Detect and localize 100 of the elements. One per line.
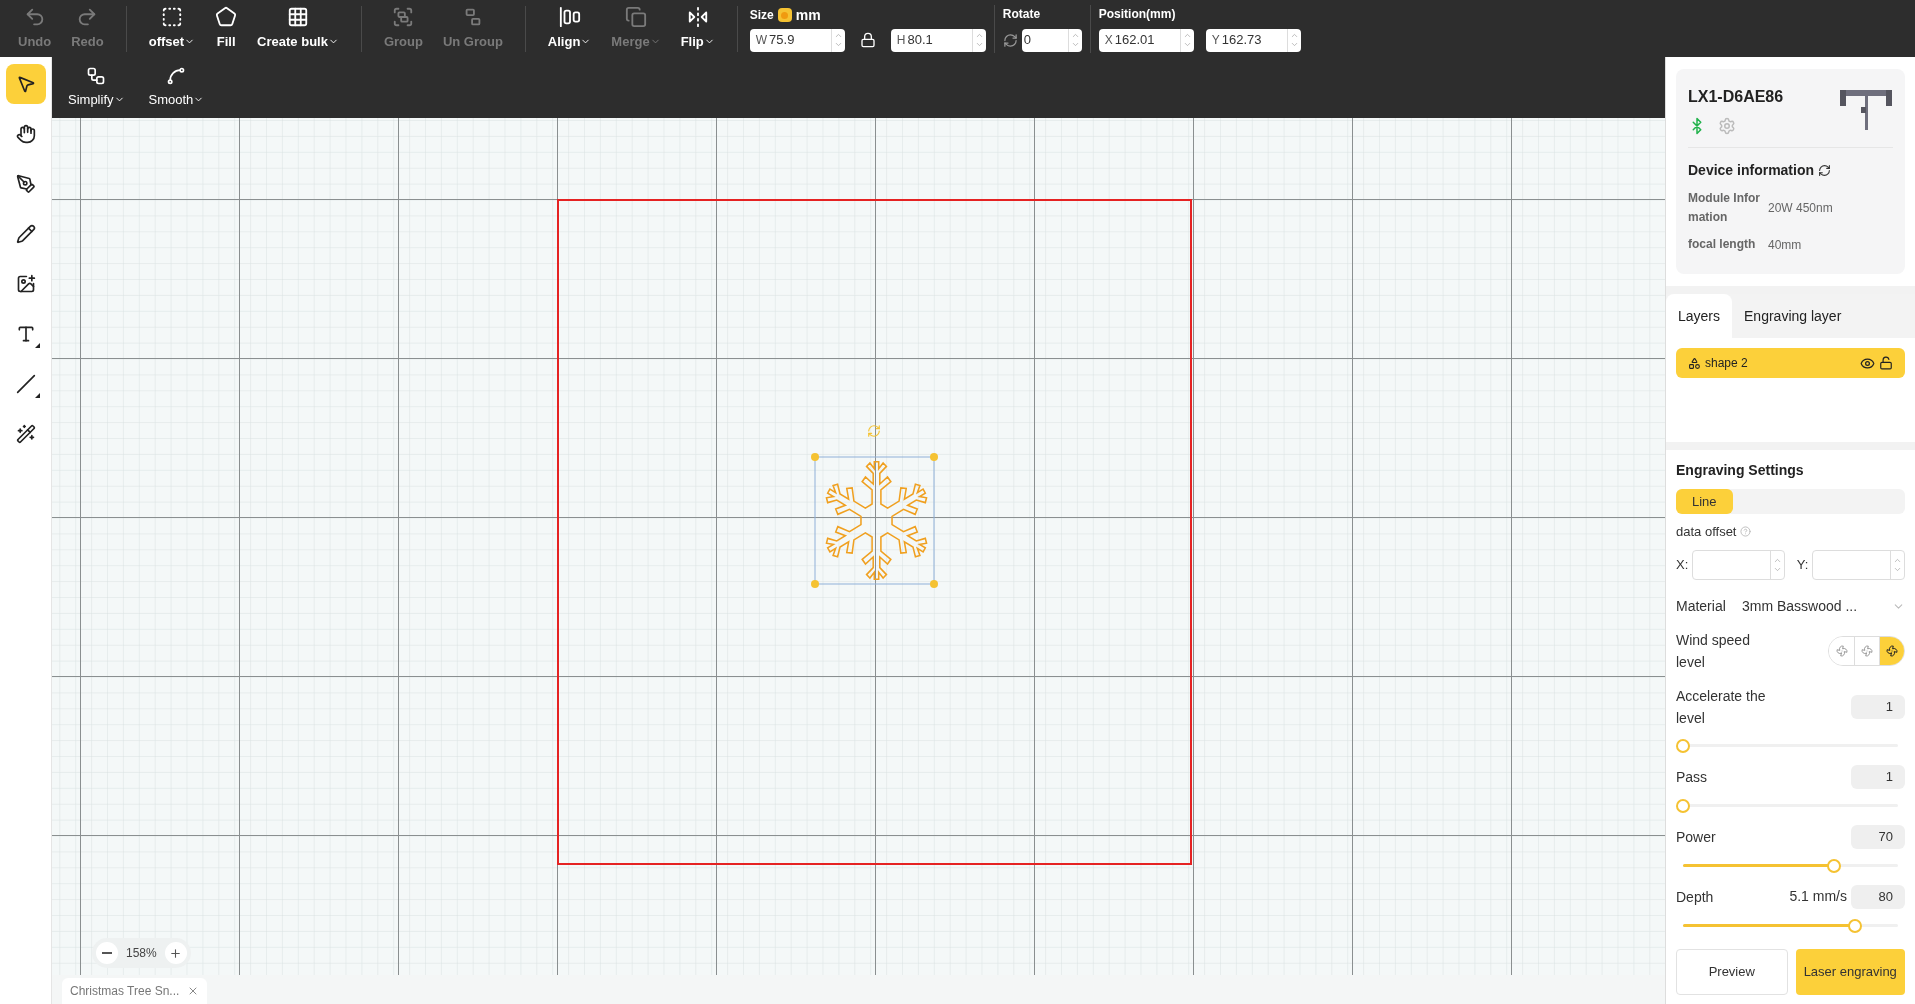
unit-toggle[interactable] — [777, 8, 792, 22]
device-name: LX1-D6AE86 — [1688, 87, 1784, 107]
slider-label: Power — [1676, 827, 1717, 847]
pencil-icon — [15, 224, 36, 244]
curve-icon — [166, 65, 187, 86]
chevron-down-icon[interactable] — [974, 40, 984, 49]
toolbar-button[interactable]: Align — [537, 5, 602, 52]
info-label: focal length — [1688, 236, 1757, 253]
help-icon[interactable] — [1740, 526, 1752, 538]
shape-icon — [1688, 356, 1701, 370]
group-icon — [392, 5, 415, 28]
hand-icon — [15, 124, 36, 144]
wind-level-button[interactable] — [1879, 636, 1904, 665]
pentagon-icon — [215, 5, 238, 28]
layer-name: shape 2 — [1705, 355, 1749, 372]
toolbar-button[interactable]: offset — [138, 5, 206, 52]
tool-button[interactable] — [5, 64, 46, 104]
field-label: Y: — [1796, 555, 1809, 574]
toolbar-button[interactable]: Simplify — [64, 65, 129, 110]
toolbar-button[interactable]: Flip — [670, 5, 725, 52]
mode-tab[interactable]: Line — [1676, 489, 1733, 514]
rotate-icon[interactable] — [1002, 32, 1018, 48]
toolbar-button[interactable]: Smooth — [144, 65, 209, 110]
settings-icon[interactable] — [1718, 117, 1736, 135]
magic-wand-icon — [15, 424, 36, 444]
slider-thumb[interactable] — [1676, 798, 1690, 813]
lock-icon[interactable] — [859, 32, 876, 48]
offset-icon — [160, 5, 183, 28]
slider-label: Depth — [1676, 887, 1715, 907]
merge-icon — [625, 5, 647, 28]
slider-thumb[interactable] — [1826, 858, 1841, 873]
height-field[interactable]: H 80.1 — [890, 28, 986, 52]
image-add-icon — [15, 274, 36, 294]
chevron-up-icon[interactable] — [974, 31, 984, 40]
toolbar-button[interactable]: Create bulk — [247, 5, 349, 52]
zoom-level: 158% — [125, 945, 158, 962]
info-value: 20W 450nm — [1768, 200, 1833, 217]
value-field[interactable]: 80 — [1851, 884, 1905, 909]
laser-engraving-button[interactable]: Laser engraving — [1795, 948, 1905, 995]
info-value: 40mm — [1768, 236, 1802, 254]
field-label: Wind speed level — [1676, 630, 1751, 672]
chevron-up-icon[interactable] — [1070, 31, 1080, 40]
value-field[interactable]: 1 — [1851, 764, 1905, 789]
align-icon — [558, 5, 581, 28]
chevron-down-icon[interactable] — [1289, 40, 1299, 49]
toolbar-button[interactable]: Fill — [205, 5, 248, 52]
slider-label: Pass — [1676, 767, 1709, 787]
slider-thumb[interactable] — [1676, 738, 1690, 753]
corner-mark-icon — [34, 343, 40, 348]
pen-icon — [15, 174, 36, 194]
plus-icon — [169, 946, 183, 960]
unit-label: mm — [795, 5, 821, 25]
section-title: Device information — [1688, 161, 1815, 180]
zoom-in-button[interactable] — [164, 942, 187, 964]
fan-icon — [1861, 644, 1873, 657]
chevron-up-icon[interactable] — [833, 31, 843, 40]
select-icon — [15, 74, 36, 94]
layer-tab[interactable]: Layers — [1666, 294, 1733, 338]
rotate-label: Rotate — [1002, 5, 1042, 23]
file-tab[interactable]: Christmas Tree Sn... — [62, 978, 208, 1004]
position-label: Position(mm) — [1098, 5, 1177, 23]
field-label: data offset — [1676, 523, 1737, 541]
layer-tab[interactable]: Engraving layer — [1732, 294, 1854, 338]
value-field[interactable]: 70 — [1851, 824, 1905, 849]
rotate-field[interactable]: 0 — [1021, 28, 1082, 52]
size-label: Size — [749, 7, 774, 24]
material-select[interactable]: 3mm Basswood ... — [1742, 595, 1905, 617]
value-field[interactable]: 1 — [1851, 694, 1905, 719]
unlock-icon[interactable] — [1879, 356, 1893, 370]
y-position-field[interactable]: Y162.73 — [1205, 28, 1301, 52]
flip-icon — [686, 5, 709, 28]
chevron-up-icon[interactable] — [1182, 31, 1192, 40]
fan-icon — [1835, 644, 1848, 657]
rotate-handle-icon[interactable] — [867, 424, 881, 438]
zoom-out-button[interactable] — [96, 942, 118, 964]
preview-button[interactable]: Preview — [1676, 948, 1788, 995]
minus-icon — [102, 952, 112, 954]
slider-thumb[interactable] — [1848, 918, 1862, 933]
chevron-down-icon[interactable] — [1070, 40, 1080, 49]
corner-mark-icon — [34, 393, 40, 398]
chevron-up-icon[interactable] — [1289, 31, 1299, 40]
field-label: Material — [1676, 596, 1727, 616]
info-label: Module Information — [1688, 190, 1760, 226]
section-title: Engraving Settings — [1676, 461, 1805, 480]
refresh-icon[interactable] — [1818, 164, 1832, 177]
x-offset-field[interactable] — [1692, 549, 1785, 580]
chevron-down-icon[interactable] — [1182, 40, 1192, 49]
width-field[interactable]: W75.9 — [749, 28, 845, 52]
speed-reading: 5.1 mm/s — [1789, 887, 1847, 906]
grid-icon — [287, 5, 309, 28]
eye-icon[interactable] — [1860, 355, 1875, 371]
field-label: X: — [1676, 555, 1689, 574]
fan-icon — [1886, 644, 1898, 657]
line-icon — [15, 374, 36, 394]
y-offset-field[interactable] — [1812, 549, 1905, 580]
layer-item[interactable]: shape 2 — [1676, 348, 1905, 378]
simplify-icon — [86, 65, 107, 86]
slider-label: Accelerate the level — [1676, 686, 1767, 728]
x-position-field[interactable]: X162.01 — [1098, 28, 1194, 52]
chevron-down-icon[interactable] — [833, 40, 843, 49]
